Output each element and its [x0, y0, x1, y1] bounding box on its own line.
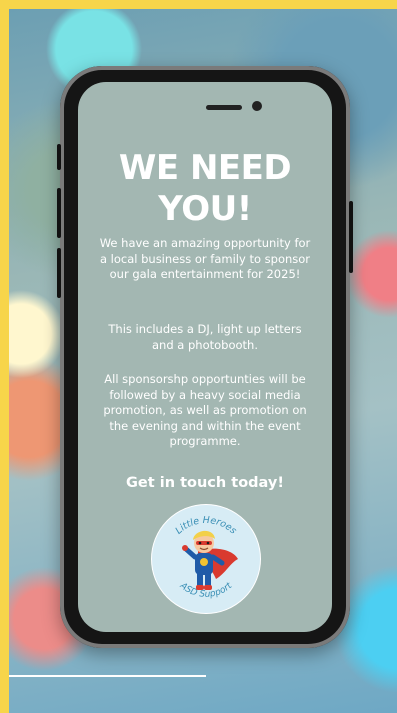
- decorative-line: [9, 675, 206, 677]
- call-to-action: Get in touch today!: [126, 475, 284, 491]
- phone-screen: WE NEED YOU! We have an amazing opportun…: [78, 82, 332, 632]
- phone-side-button: [57, 248, 61, 298]
- headline-line-1: WE NEED: [118, 148, 292, 188]
- phone-side-button: [57, 144, 61, 170]
- promotion-paragraph: All sponsorshp opportunties will be foll…: [103, 372, 307, 448]
- includes-paragraph: This includes a DJ, light up letters and…: [108, 322, 302, 352]
- phone-mockup: WE NEED YOU! We have an amazing opportun…: [57, 66, 353, 648]
- phone-side-button: [57, 188, 61, 238]
- phone-power-button: [349, 201, 353, 273]
- headline-line-2: YOU!: [158, 189, 252, 229]
- speaker-icon: [206, 105, 242, 110]
- headline: WE NEED YOU!: [78, 148, 332, 230]
- superhero-boy-icon: Little Heroes ASD Support: [173, 515, 238, 600]
- intro-paragraph: We have an amazing opportunity for a loc…: [99, 236, 311, 281]
- poster-frame: WE NEED YOU! We have an amazing opportun…: [0, 0, 397, 713]
- camera-icon: [252, 101, 262, 111]
- little-heroes-logo: Little Heroes ASD Support: [151, 504, 261, 614]
